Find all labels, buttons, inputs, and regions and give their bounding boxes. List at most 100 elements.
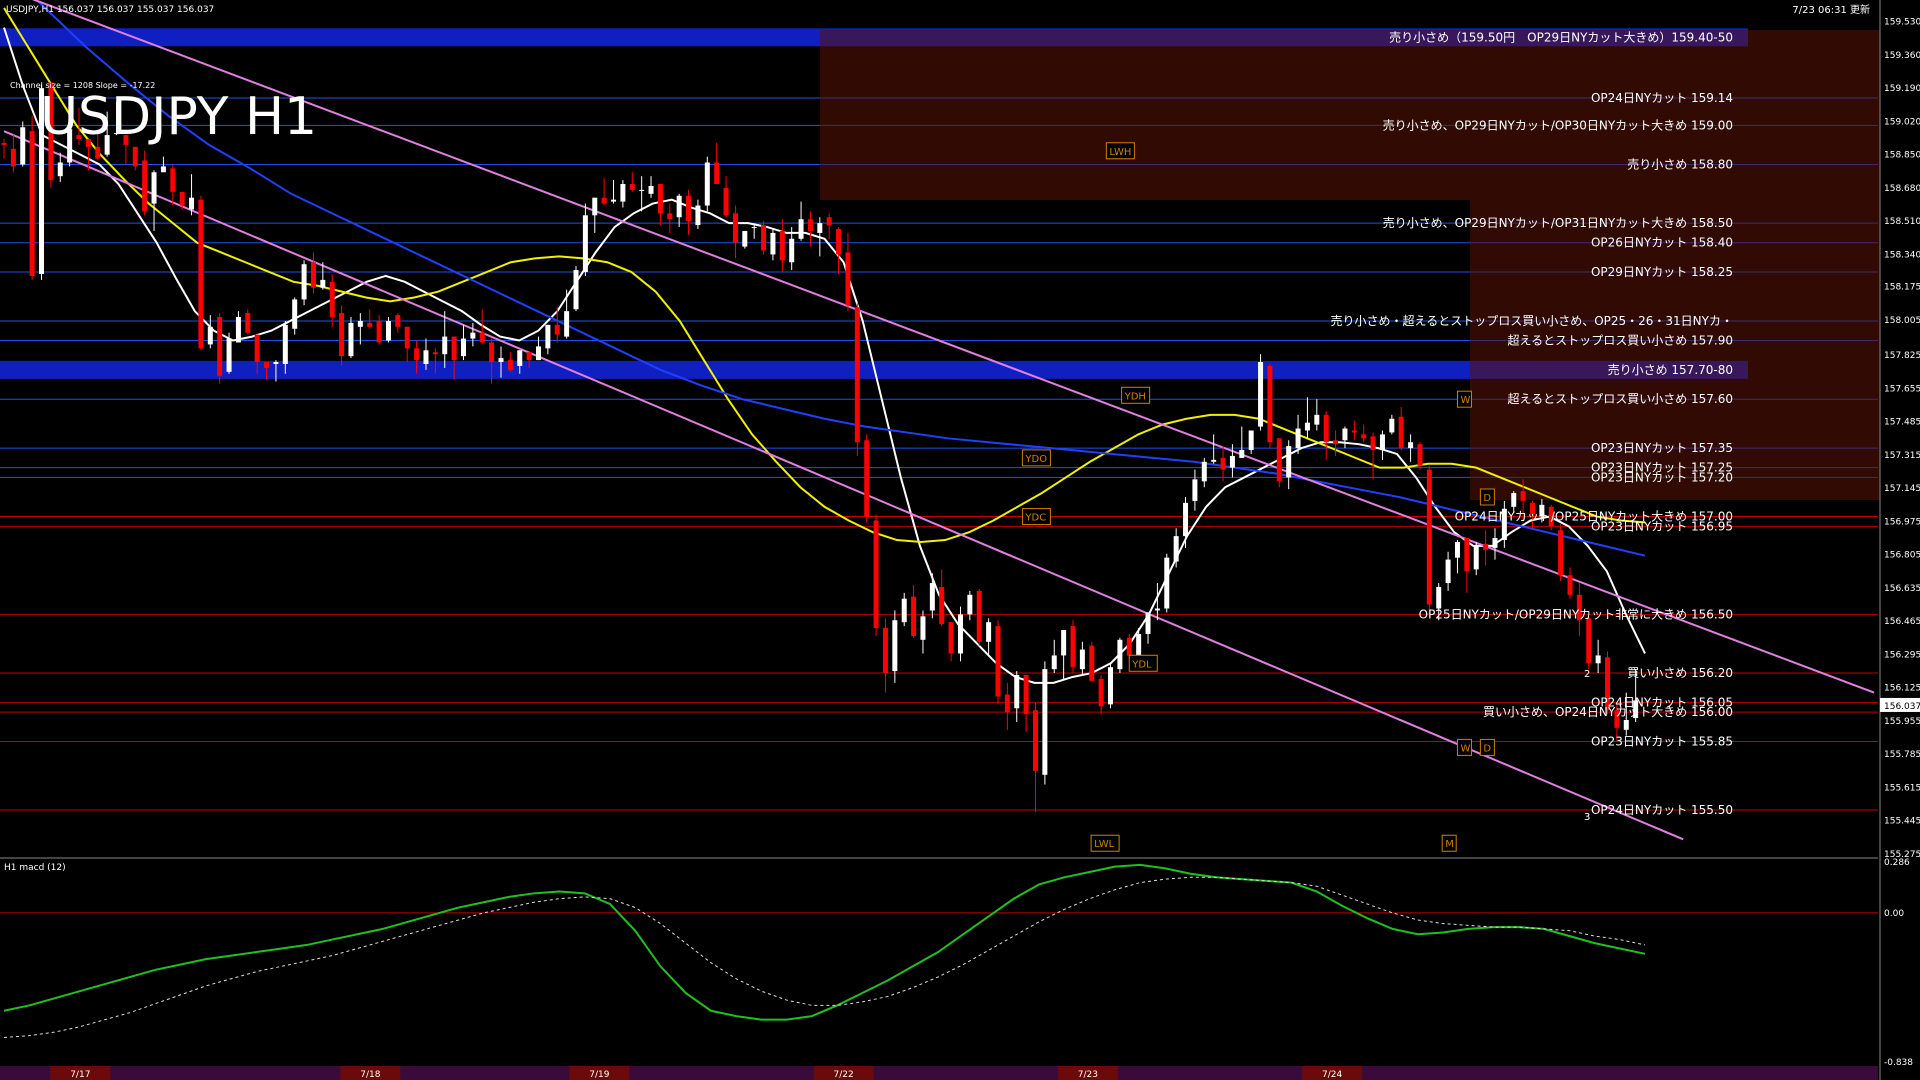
candle-body bbox=[761, 225, 767, 251]
y-tick-label: 159.360 bbox=[1884, 51, 1920, 61]
candle-body bbox=[29, 131, 35, 276]
candle-body bbox=[573, 270, 579, 310]
price-level-label: 売り小さめ 158.80 bbox=[1627, 156, 1733, 171]
candle-body bbox=[686, 195, 692, 222]
candle-body bbox=[1089, 645, 1095, 681]
time-label: 7/22 bbox=[833, 1070, 853, 1080]
candle-body bbox=[564, 311, 570, 337]
marker-label: W bbox=[1460, 743, 1470, 754]
price-level-label: OP24日NYカット 159.14 bbox=[1591, 91, 1733, 105]
candle-body bbox=[1520, 491, 1526, 501]
candle-body bbox=[442, 336, 448, 355]
candle-body bbox=[1426, 469, 1432, 605]
candle-body bbox=[967, 594, 973, 615]
candle-body bbox=[160, 166, 166, 173]
candle-body bbox=[1192, 479, 1198, 501]
candle-body bbox=[1098, 678, 1104, 707]
candle-body bbox=[348, 322, 354, 357]
candle-body bbox=[1229, 455, 1235, 468]
candle-body bbox=[151, 172, 157, 204]
candle-body bbox=[226, 338, 232, 372]
price-level-label: 超えるとストップロス買い小さめ 157.60 bbox=[1508, 391, 1733, 406]
candle-body bbox=[1586, 618, 1592, 664]
candle-body bbox=[1511, 493, 1517, 507]
candle-body bbox=[836, 229, 842, 255]
price-level-label: OP23日NYカット 157.35 bbox=[1591, 441, 1733, 455]
time-strip bbox=[0, 1066, 1878, 1080]
y-tick-label: 158.175 bbox=[1884, 283, 1920, 293]
marker-label: YDO bbox=[1024, 454, 1047, 465]
candle-body bbox=[1164, 557, 1170, 609]
y-tick-label: 156.805 bbox=[1884, 551, 1920, 561]
y-tick-label: 158.850 bbox=[1884, 151, 1920, 161]
candle-body bbox=[1014, 675, 1020, 709]
candle-body bbox=[770, 232, 776, 255]
candle-body bbox=[957, 614, 963, 654]
candle-body bbox=[779, 230, 785, 261]
candle-body bbox=[1323, 414, 1329, 443]
candle-body bbox=[479, 332, 485, 343]
price-level-label: OP23日NYカット 157.20 bbox=[1591, 470, 1733, 484]
candle-body bbox=[657, 184, 663, 214]
big-title: USDJPY H1 bbox=[40, 87, 317, 147]
candle-body bbox=[611, 199, 617, 202]
candle-body bbox=[1220, 457, 1226, 470]
candle-body bbox=[20, 127, 26, 165]
candle-body bbox=[414, 348, 420, 361]
candle-body bbox=[395, 315, 401, 327]
candle-body bbox=[1117, 639, 1123, 670]
candle-body bbox=[357, 320, 363, 327]
y-tick-label: 159.020 bbox=[1884, 117, 1920, 127]
candle-body bbox=[235, 317, 241, 343]
candle-body bbox=[1436, 586, 1442, 609]
candle-body bbox=[1258, 362, 1264, 427]
candle-body bbox=[1389, 418, 1395, 433]
candle-body bbox=[1032, 710, 1038, 771]
candle-body bbox=[329, 281, 335, 318]
candle-body bbox=[507, 360, 513, 370]
y-tick-label: 156.635 bbox=[1884, 584, 1920, 594]
candle-body bbox=[1145, 612, 1151, 634]
candle-body bbox=[1314, 414, 1320, 425]
marker-label: YDL bbox=[1131, 659, 1152, 670]
candle-body bbox=[1267, 365, 1273, 443]
price-level-label: 超えるとストップロス買い小さめ 157.90 bbox=[1508, 333, 1733, 348]
macd-tick-label: 0.00 bbox=[1884, 909, 1904, 919]
candle-body bbox=[704, 162, 710, 206]
update-timestamp: 7/23 06:31 更新 bbox=[1792, 3, 1870, 16]
marker-label: LWH bbox=[1109, 147, 1131, 158]
price-level-label: 売り小さめ（159.50円 OP29日NYカット大きめ）159.40-50 bbox=[1389, 29, 1733, 44]
candle-body bbox=[817, 223, 823, 233]
candle-body bbox=[498, 358, 504, 363]
marker-label: 2 bbox=[1584, 669, 1590, 680]
candle-body bbox=[864, 440, 870, 517]
time-label: 7/23 bbox=[1078, 1070, 1098, 1080]
marker-label: M bbox=[1445, 839, 1454, 850]
y-tick-label: 155.785 bbox=[1884, 750, 1920, 760]
candle-body bbox=[10, 148, 16, 167]
candle-body bbox=[1079, 649, 1085, 670]
candle-body bbox=[1408, 442, 1414, 449]
candle-body bbox=[1417, 444, 1423, 466]
price-level-label: 売り小さめ 157.70-80 bbox=[1608, 362, 1733, 377]
candle-body bbox=[873, 520, 879, 629]
candle-body bbox=[432, 352, 438, 355]
y-tick-label: 156.295 bbox=[1884, 650, 1920, 660]
price-level-label: 買い小さめ 156.20 bbox=[1627, 666, 1733, 680]
candle-body bbox=[986, 622, 992, 642]
time-axis: 7/17 7/18 7/19 7/22 7/23 7/24 bbox=[0, 1066, 1878, 1080]
candle-body bbox=[882, 628, 888, 674]
candle-body bbox=[1454, 541, 1460, 558]
time-label: 7/17 bbox=[70, 1070, 90, 1080]
y-tick-label: 155.615 bbox=[1884, 783, 1920, 793]
candle-body bbox=[723, 187, 729, 216]
candle-body bbox=[676, 195, 682, 218]
price-level-label: 売り小さめ・超えるとストップロス買い小さめ、OP25・26・31日NYカ・ bbox=[1331, 313, 1733, 328]
candle-body bbox=[582, 215, 588, 273]
candle-body bbox=[995, 626, 1001, 697]
price-level-label: OP25日NYカット/OP29日NYカット非常に大きめ 156.50 bbox=[1419, 607, 1733, 621]
candle-body bbox=[1061, 630, 1067, 656]
candle-body bbox=[1379, 434, 1385, 451]
candle-body bbox=[1126, 637, 1132, 656]
candle-body bbox=[517, 350, 523, 366]
